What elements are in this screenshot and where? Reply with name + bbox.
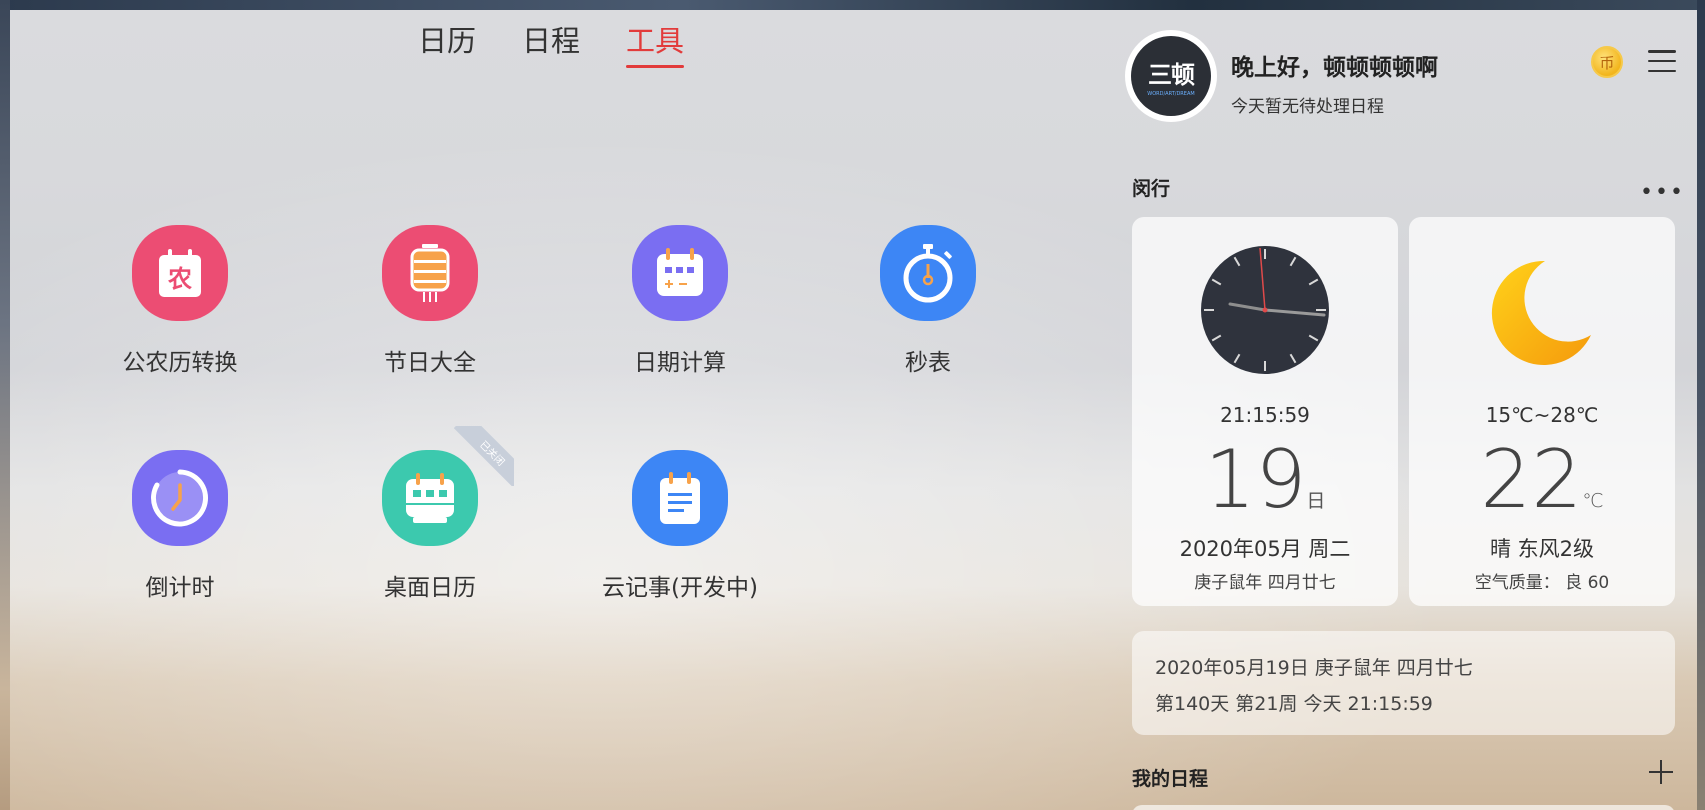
tab-schedule[interactable]: 日程 [522, 18, 580, 68]
date-info-row1: 2020年05月19日 庚子鼠年 四月廿七 [1155, 657, 1473, 679]
weather-condition: 晴 东风2级 [1489, 537, 1595, 561]
desktop-calendar-icon: 已关闭 [382, 426, 514, 546]
tool-lunar-conversion[interactable]: 农 公农历转换 [90, 225, 270, 377]
menu-icon[interactable] [1648, 50, 1676, 72]
clock-time: 21:15:59 [1220, 403, 1310, 427]
tool-label: 云记事(开发中) [602, 575, 758, 601]
closed-ribbon: 已关闭 [454, 426, 514, 486]
tool-label: 公农历转换 [122, 350, 238, 376]
greeting-subtitle: 今天暂无待处理日程 [1231, 97, 1384, 117]
air-quality: 空气质量： 良 60 [1474, 573, 1610, 593]
tool-label: 倒计时 [145, 575, 215, 601]
tool-countdown[interactable]: 倒计时 [90, 450, 270, 602]
my-schedule-title: 我的日程 [1132, 768, 1209, 790]
more-icon[interactable]: ••• [1640, 180, 1685, 205]
greeting-block: 晚上好，顿顿顿顿啊 今天暂无待处理日程 [1231, 48, 1438, 117]
clock-card: 21:15:59 19日 2020年05月 周二 庚子鼠年 四月廿七 [1132, 217, 1398, 606]
date-info-row2: 第140天 第21周 今天 21:15:59 [1155, 693, 1433, 715]
day-number: 19日 [1204, 433, 1326, 526]
temp-range: 15℃~28℃ [1485, 403, 1599, 427]
moon-icon [1491, 260, 1591, 365]
greeting-title: 晚上好，顿顿顿顿啊 [1231, 55, 1438, 81]
top-tabs: 日历 日程 工具 [418, 18, 685, 68]
add-schedule-icon[interactable] [1649, 760, 1673, 784]
stopwatch-icon [880, 225, 976, 321]
cloud-note-icon [632, 450, 728, 546]
current-temp: 22℃ [1480, 433, 1604, 526]
tool-stopwatch[interactable]: 秒表 [838, 225, 1018, 377]
avatar-logo-subtext: WORD/ART/DREAM [1147, 91, 1195, 97]
location-title: 闵行 [1132, 178, 1171, 200]
tool-festivals[interactable]: 节日大全 [340, 225, 520, 377]
tab-calendar[interactable]: 日历 [418, 18, 476, 68]
coin-icon[interactable]: 币 [1591, 46, 1623, 78]
tool-label: 秒表 [905, 350, 951, 376]
date-calculator-icon [632, 225, 728, 321]
date-info-card: 2020年05月19日 庚子鼠年 四月廿七 第140天 第21周 今天 21:1… [1132, 631, 1675, 735]
tool-date-calculator[interactable]: 日期计算 [590, 225, 770, 377]
lunar-line: 庚子鼠年 四月廿七 [1194, 573, 1336, 593]
tool-label: 节日大全 [384, 350, 476, 376]
svg-text:农: 农 [167, 265, 192, 293]
schedule-card [1132, 805, 1675, 810]
tool-label: 桌面日历 [384, 575, 476, 601]
analog-clock-icon [1201, 246, 1329, 374]
weather-card: 15℃~28℃ 22℃ 晴 东风2级 空气质量： 良 60 [1409, 217, 1675, 606]
avatar-logo-text: 三顿 [1148, 61, 1195, 89]
desktop-background-right [1697, 0, 1705, 810]
lunar-calendar-icon: 农 [132, 225, 228, 321]
avatar[interactable]: 三顿 WORD/ART/DREAM [1125, 30, 1217, 122]
desktop-background-left [0, 0, 10, 810]
lantern-icon [382, 225, 478, 321]
desktop-background-top [0, 0, 1705, 10]
countdown-icon [132, 450, 228, 546]
tool-label: 日期计算 [634, 350, 726, 376]
tool-cloud-note[interactable]: 云记事(开发中) [590, 450, 770, 602]
date-line: 2020年05月 周二 [1179, 537, 1351, 561]
tool-desktop-calendar[interactable]: 已关闭 桌面日历 [340, 426, 520, 602]
tab-tools[interactable]: 工具 [626, 18, 685, 68]
